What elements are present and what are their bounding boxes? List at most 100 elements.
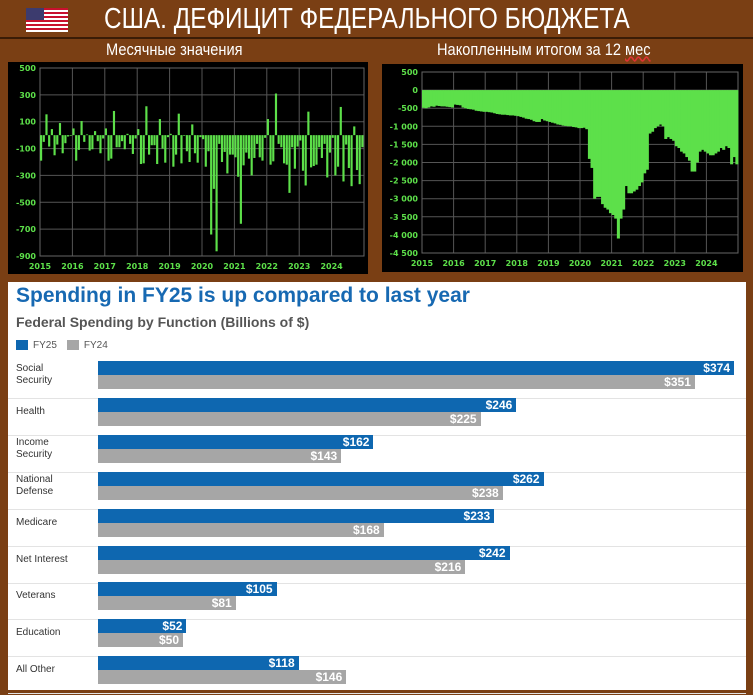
monthly-bar xyxy=(45,114,48,136)
area-step xyxy=(693,90,697,172)
monthly-bar xyxy=(310,135,313,168)
category-label-line: Social xyxy=(16,363,44,374)
category-label-line: Security xyxy=(16,448,53,460)
monthly-bar xyxy=(196,135,199,163)
monthly-bar xyxy=(85,134,89,136)
area-step xyxy=(524,90,528,119)
area-step xyxy=(598,90,602,197)
monthly-bar xyxy=(272,135,275,162)
monthly-bar xyxy=(145,106,148,136)
category-row: Veterans $105 $81 xyxy=(8,582,746,621)
area-step xyxy=(479,90,483,112)
legend-swatch-fy25 xyxy=(16,340,28,351)
area-step xyxy=(706,90,710,154)
legend: FY25 FY24 xyxy=(16,340,108,351)
bar-fy24: $238 xyxy=(98,485,503,500)
monthly-bar xyxy=(358,135,361,185)
area-step xyxy=(727,90,731,149)
monthly-bar xyxy=(334,135,337,176)
monthly-bar xyxy=(339,106,342,136)
area-step xyxy=(703,90,707,152)
monthly-bar xyxy=(226,135,229,174)
monthly-bar xyxy=(331,135,334,138)
area-step xyxy=(564,90,568,126)
area-step xyxy=(535,90,539,122)
area-step xyxy=(593,90,597,199)
monthly-bar xyxy=(164,135,167,163)
area-step xyxy=(543,90,547,121)
area-step xyxy=(732,90,736,158)
area-step xyxy=(722,90,726,150)
monthly-bar xyxy=(283,135,286,164)
monthly-bar xyxy=(185,135,188,152)
legend-label: FY24 xyxy=(83,340,108,351)
monthly-bar xyxy=(318,135,321,148)
bar-fy24: $216 xyxy=(98,559,466,574)
area-step xyxy=(674,90,678,147)
monthly-bar xyxy=(156,135,159,165)
monthly-bar xyxy=(80,121,83,136)
y-tick-label: 500 xyxy=(19,64,36,73)
area-step xyxy=(443,90,447,107)
area-step xyxy=(709,90,713,156)
category-label: Social Security xyxy=(16,363,96,387)
area-step xyxy=(453,90,457,105)
area-step xyxy=(569,90,573,127)
monthly-bar xyxy=(304,135,307,186)
area-step xyxy=(619,90,623,219)
monthly-bar xyxy=(69,135,72,136)
monthly-bar xyxy=(107,135,110,161)
monthly-bar xyxy=(126,133,129,136)
category-label: Education xyxy=(16,627,96,639)
monthly-bar xyxy=(202,135,205,140)
x-tick-label: 2017 xyxy=(94,262,116,271)
monthly-bar xyxy=(264,135,267,138)
monthly-bar xyxy=(280,135,283,148)
area-step xyxy=(514,90,518,116)
monthly-bar xyxy=(231,135,234,155)
monthly-bar xyxy=(139,135,143,165)
monthly-bar xyxy=(129,135,132,144)
area-step xyxy=(472,90,476,110)
area-step xyxy=(501,90,505,115)
area-step xyxy=(698,90,702,152)
category-row: Social Security $374 $351 xyxy=(8,361,746,399)
monthly-bar xyxy=(296,135,299,147)
monthly-bar xyxy=(75,135,78,161)
area-step xyxy=(487,90,491,113)
area-step xyxy=(724,90,728,147)
area-step xyxy=(630,90,634,194)
monthly-bar xyxy=(99,135,102,154)
category-row: Medicare $233 $168 xyxy=(8,508,746,547)
monthly-bar xyxy=(83,135,86,142)
monthly-bar xyxy=(134,135,137,139)
area-step xyxy=(730,90,734,165)
monthly-bar xyxy=(220,135,224,162)
monthly-bar xyxy=(72,128,75,136)
area-step xyxy=(477,90,481,112)
monthly-bar xyxy=(204,135,207,167)
bar-fy25: $118 xyxy=(98,656,299,671)
monthly-bar xyxy=(175,135,178,155)
caption-main: Накопленным итогом за 12 xyxy=(437,40,626,59)
x-tick-label: 2016 xyxy=(442,259,465,268)
area-step xyxy=(635,90,639,190)
monthly-bar xyxy=(258,135,261,158)
monthly-bar xyxy=(323,135,326,144)
monthly-bar xyxy=(266,119,269,136)
area-step xyxy=(640,90,644,183)
area-step xyxy=(553,90,557,124)
bar-fy24: $143 xyxy=(98,448,342,463)
category-label-line: National xyxy=(16,473,53,485)
monthly-bar xyxy=(91,135,94,150)
monthly-bar xyxy=(158,119,161,136)
area-step xyxy=(519,90,523,117)
monthly-bar xyxy=(328,135,332,153)
monthly-bar xyxy=(345,135,348,145)
area-step xyxy=(690,90,694,172)
x-tick-label: 2022 xyxy=(632,259,654,268)
area-step xyxy=(429,90,433,107)
area-step xyxy=(427,90,431,108)
area-step xyxy=(522,90,526,118)
monthly-bar xyxy=(277,135,280,144)
